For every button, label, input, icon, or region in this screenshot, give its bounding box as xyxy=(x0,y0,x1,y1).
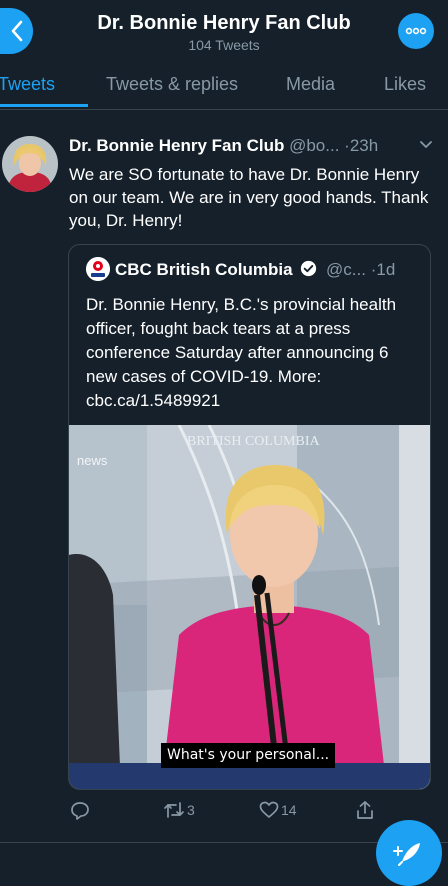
video-frame: BRITISH COLUMBIA news xyxy=(69,425,430,789)
avatar[interactable] xyxy=(2,136,58,192)
more-dots-icon xyxy=(405,27,427,35)
tweet-actions: 3 14 xyxy=(0,798,448,828)
share-button[interactable] xyxy=(355,800,375,820)
reply-icon xyxy=(71,802,89,820)
share-icon xyxy=(357,801,373,819)
tab-tweets[interactable]: Tweets xyxy=(0,74,55,95)
compose-feather-icon xyxy=(393,843,420,866)
video-player[interactable]: BRITISH COLUMBIA news What's your person… xyxy=(69,425,430,789)
retweet-icon xyxy=(164,802,184,818)
tweet-header: Dr. Bonnie Henry Fan Club @bo... ·23h xyxy=(69,136,439,158)
profile-name-title: Dr. Bonnie Henry Fan Club xyxy=(97,12,351,34)
tweet[interactable]: Dr. Bonnie Henry Fan Club @bo... ·23h We… xyxy=(0,118,448,842)
profile-header: Dr. Bonnie Henry Fan Club 104 Tweets xyxy=(0,0,448,62)
reply-button[interactable] xyxy=(70,800,92,820)
retweet-button[interactable]: 3 xyxy=(163,800,195,820)
tweet-count: 104 Tweets xyxy=(188,37,260,53)
compose-tweet-button[interactable] xyxy=(376,820,442,886)
quoted-tweet[interactable]: CBC British Columbia @c... ·1d Dr. Bonni… xyxy=(68,244,431,790)
tab-media[interactable]: Media xyxy=(286,74,335,95)
chevron-down-icon[interactable] xyxy=(419,140,433,150)
like-count: 14 xyxy=(281,802,297,818)
verified-badge-icon xyxy=(301,260,317,277)
author-handle[interactable]: @bo... xyxy=(289,136,339,155)
retweet-count: 3 xyxy=(187,802,195,818)
quote-text: Dr. Bonnie Henry, B.C.'s provincial heal… xyxy=(86,295,397,410)
tab-tweets-and-replies[interactable]: Tweets & replies xyxy=(106,74,238,95)
active-tab-indicator xyxy=(0,104,88,107)
quote-timestamp: ·1d xyxy=(370,260,396,279)
cbc-news-watermark: news xyxy=(77,453,108,468)
like-button[interactable]: 14 xyxy=(259,800,297,820)
quote-author-name: CBC British Columbia xyxy=(115,260,293,279)
cbc-logo[interactable] xyxy=(86,257,110,281)
tab-likes[interactable]: Likes xyxy=(384,74,426,95)
heart-icon xyxy=(259,801,279,818)
video-caption: What's your personal... xyxy=(161,743,336,768)
tweet-text: We are SO fortunate to have Dr. Bonnie H… xyxy=(69,165,429,230)
backdrop-text: BRITISH COLUMBIA xyxy=(187,434,321,449)
tweet-timestamp: ·23h xyxy=(344,136,379,155)
author-name[interactable]: Dr. Bonnie Henry Fan Club xyxy=(69,136,284,155)
quote-header: CBC British Columbia @c... ·1d xyxy=(115,260,395,280)
more-button[interactable] xyxy=(398,13,434,49)
profile-tabs: Tweets Tweets & replies Media Likes xyxy=(0,62,448,110)
quote-author-handle: @c... xyxy=(326,260,366,279)
